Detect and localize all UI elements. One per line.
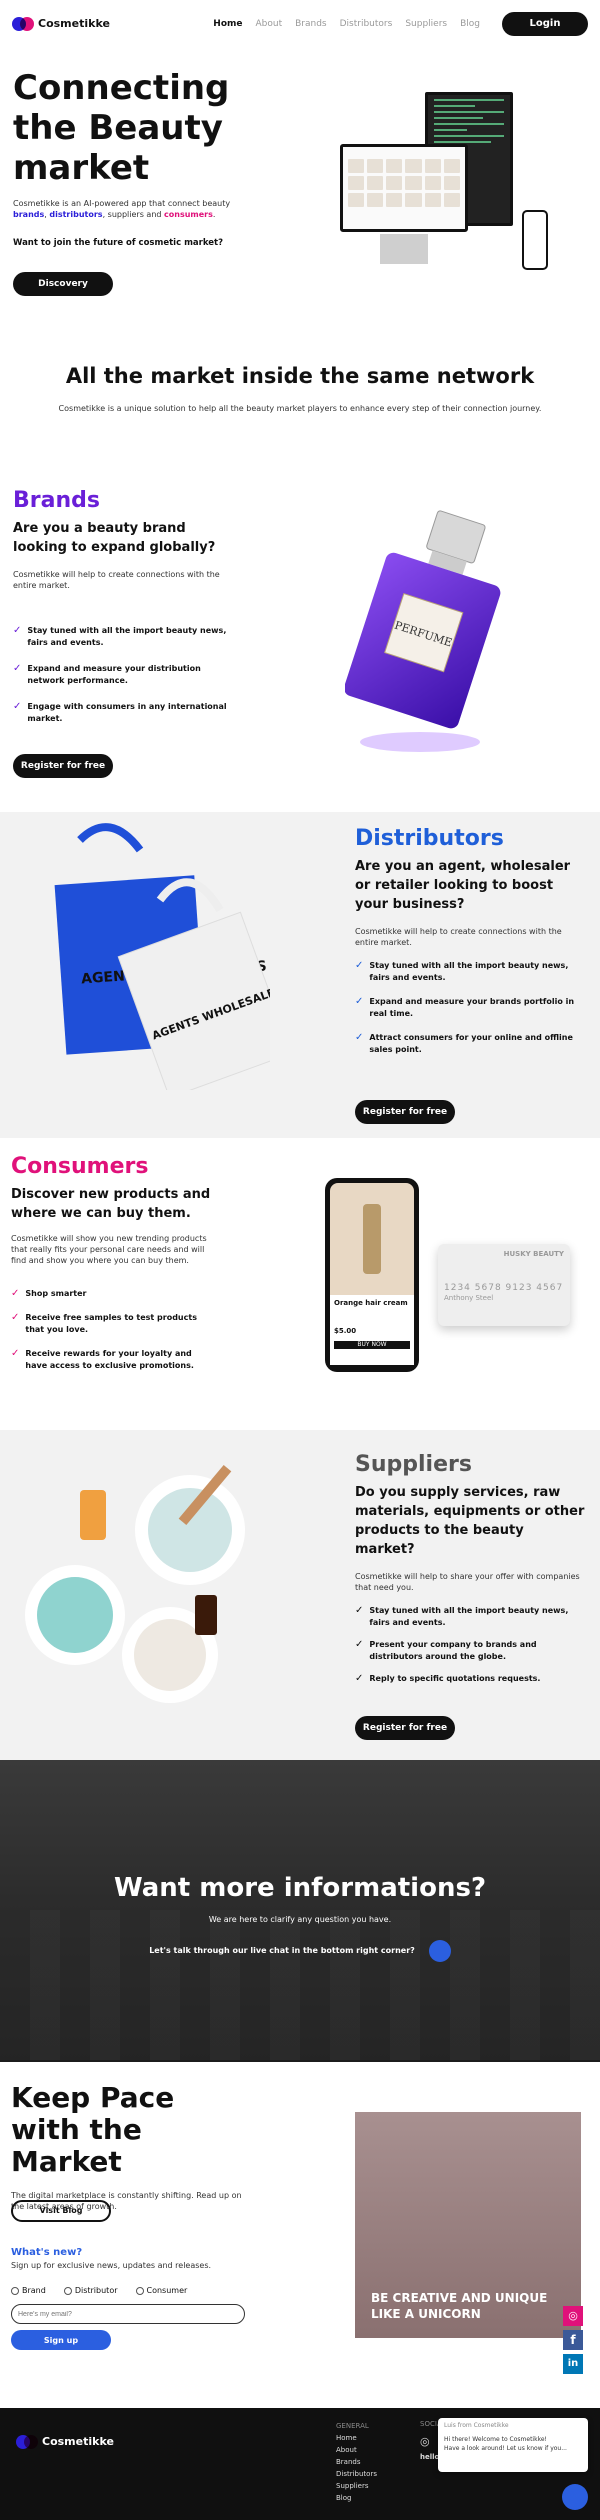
distributors-register-button[interactable]: Register for free [355,1100,455,1124]
blog-section: Keep Pace with the Market The digital ma… [0,2062,600,2408]
logo-mark [12,16,34,31]
distributors-point: ✓ Expand and measure your brands portfoli… [355,996,575,1019]
consumers-section: Consumers Discover new products and wher… [0,1138,600,1430]
info-title: Want more informations? [113,1873,487,1903]
chat-bubble-icon[interactable] [562,2484,588,2510]
suppliers-section: Suppliers Do you supply services, raw ma… [0,1430,600,1760]
footer-link[interactable]: Home [336,2432,377,2444]
monitor-front [340,144,468,232]
credit-card: HUSKY BEAUTY 1234 5678 9123 4567 Anthony… [438,1244,570,1326]
perfume-bottle-image: PERFUME [345,510,501,752]
footer-link[interactable]: Brands [336,2456,377,2468]
footer-links: GENERAL Home About Brands Distributors S… [336,2422,377,2504]
hero-question: Want to join the future of cosmetic mark… [13,238,224,248]
distributors-label: Distributors [355,826,504,851]
info-content: Want more informations? We are here to c… [0,1870,600,1962]
brands-headline: Are you a beauty brand looking to expand… [13,520,216,555]
hero-title: Connecting the Beauty market [13,68,230,188]
distributors-description: Cosmetikke will help to create connectio… [355,926,562,947]
consumers-headline: Discover new products and where we can b… [11,1186,211,1221]
distributors-headline: Are you an agent, wholesaler or retailer… [355,858,571,912]
chat-popup[interactable]: Luis from Cosmetikke Hi there! Welcome t… [438,2418,588,2472]
nav-about[interactable]: About [256,18,283,31]
logo[interactable]: Cosmetikke [12,16,110,31]
brands-label: Brands [13,488,100,513]
consumers-point: ✓ Receive rewards for your loyalty and ha… [11,1348,194,1371]
brands-point: ✓ Engage with consumers in any internatio… [13,701,227,724]
suppliers-point: ✓ Present your company to brands and dist… [355,1639,537,1662]
visit-blog-button[interactable]: Visit Blog [11,2200,111,2222]
newsletter-title: What's new? [11,2247,83,2258]
nav-suppliers[interactable]: Suppliers [405,18,447,31]
signup-button[interactable]: Sign up [11,2330,111,2351]
blog-card[interactable]: BE CREATIVE AND UNIQUE LIKE A UNICORN [355,2112,581,2338]
option-distributor[interactable]: Distributor [63,2285,118,2296]
monitor-stand [380,234,428,264]
option-consumer[interactable]: Consumer [135,2285,187,2296]
brands-description: Cosmetikke will help to create connectio… [13,569,220,590]
consumers-point: ✓ Shop smarter [11,1288,87,1300]
consumers-point: ✓ Receive free samples to test products t… [11,1312,197,1335]
distributors-section: AGENTS WHOLESALERS RETAILERS AGENTS WHOL… [0,812,600,1138]
option-brand[interactable]: Brand [11,2285,46,2296]
footer-link[interactable]: Distributors [336,2468,377,2480]
cosmetic-bowls-image [25,1464,245,1703]
info-line1: We are here to clarify any question you … [208,1915,392,1925]
instagram-icon[interactable]: ◎ [563,2306,583,2326]
suppliers-headline: Do you supply services, raw materials, e… [355,1484,585,1557]
distributors-point: ✓ Stay tuned with all the import beauty n… [355,960,569,983]
consumers-description: Cosmetikke will show you new trending pr… [11,1233,207,1266]
footer-link[interactable]: Blog [336,2492,377,2504]
suppliers-label: Suppliers [355,1452,472,1477]
social-sidebar: ◎ f in [563,2306,583,2374]
suppliers-description: Cosmetikke will help to share your offer… [355,1571,580,1592]
network-section: All the market inside the same network C… [0,310,600,482]
logo-text: Cosmetikke [38,17,110,31]
suppliers-point: ✓ Stay tuned with all the import beauty n… [355,1605,569,1628]
phone-product-name: Orange hair cream [334,1299,408,1307]
footer-link[interactable]: Suppliers [336,2480,377,2492]
newsletter-options: Brand Distributor Consumer [11,2285,251,2296]
blog-card-text: BE CREATIVE AND UNIQUE LIKE A UNICORN [371,2291,548,2321]
nav-distributors[interactable]: Distributors [340,18,393,31]
phone-price: $5.00 [334,1326,357,1335]
tote-bags-image: AGENTS WHOLESALERS RETAILERS AGENTS WHOL… [54,823,270,1090]
brands-register-button[interactable]: Register for free [13,754,113,778]
phone-buy-button[interactable]: BUY NOW [334,1340,410,1349]
email-input[interactable] [11,2304,245,2325]
login-button[interactable]: Login [502,12,588,36]
hero-description: Cosmetikke is an AI-powered app that con… [13,199,231,220]
hero-section: Connecting the Beauty market Cosmetikke … [0,48,600,310]
phone-mockup: Orange hair cream $5.00 BUY NOW [325,1178,419,1372]
nav-brands[interactable]: Brands [295,18,327,31]
consumers-label: Consumers [11,1154,149,1179]
nav-blog[interactable]: Blog [460,18,480,31]
brands-point: ✓ Stay tuned with all the import beauty n… [13,625,227,648]
linkedin-icon[interactable]: in [563,2354,583,2374]
info-line2: Let's talk through our live chat in the … [149,1939,451,1962]
phone-mockup [522,210,548,270]
network-description: Cosmetikke is a unique solution to help … [58,404,542,414]
discovery-button[interactable]: Discovery [13,272,113,296]
brands-point: ✓ Expand and measure your distribution ne… [13,663,201,686]
footer-logo[interactable]: Cosmetikke [16,2434,114,2449]
distributors-point: ✓ Attract consumers for your online and o… [355,1032,573,1055]
header: Cosmetikke Home About Brands Distributor… [0,0,600,48]
suppliers-point: ✓ Reply to specific quotations requests. [355,1673,541,1685]
footer-link[interactable]: About [336,2444,377,2456]
nav-home[interactable]: Home [213,18,242,31]
footer: Cosmetikke GENERAL Home About Brands Dis… [0,2408,600,2520]
blog-title: Keep Pace with the Market [11,2081,175,2178]
info-section: Want more informations? We are here to c… [0,1760,600,2062]
brands-section: Brands Are you a beauty brand looking to… [0,482,600,812]
chat-launcher-icon[interactable] [428,1939,451,1962]
main-nav: Home About Brands Distributors Suppliers… [213,18,480,31]
facebook-icon[interactable]: f [563,2330,583,2350]
network-title: All the market inside the same network [65,364,535,388]
suppliers-register-button[interactable]: Register for free [355,1716,455,1740]
newsletter-description: Sign up for exclusive news, updates and … [11,2261,212,2270]
